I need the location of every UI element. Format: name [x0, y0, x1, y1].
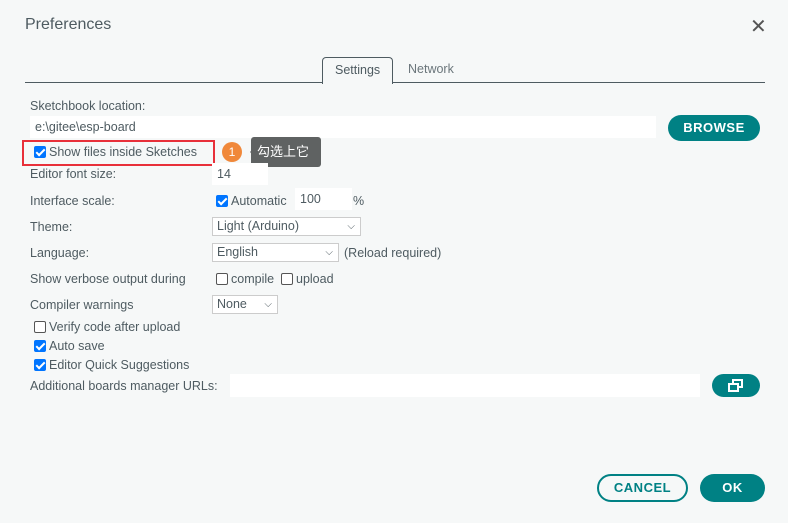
language-label: Language: [30, 246, 90, 260]
chevron-down-icon: ⌵ [347, 221, 355, 232]
quick-suggestions-checkbox[interactable]: Editor Quick Suggestions [34, 357, 189, 373]
checkbox-unchecked-icon[interactable] [34, 321, 46, 333]
dialog-title: Preferences [25, 16, 112, 33]
ok-button[interactable]: OK [700, 474, 765, 502]
sketchbook-location-input[interactable]: e:\gitee\esp-board [30, 116, 656, 138]
warnings-value: None [217, 297, 247, 311]
compiler-warnings-label: Compiler warnings [30, 298, 134, 312]
interface-scale-input[interactable]: 100 [295, 188, 352, 210]
verbose-label: Show verbose output during [30, 272, 186, 286]
auto-save-checkbox[interactable]: Auto save [34, 338, 105, 354]
language-select[interactable]: English ⌵ [212, 243, 339, 262]
compile-checkbox[interactable]: compile [216, 271, 274, 287]
close-icon[interactable]: ✕ [750, 14, 767, 39]
checkbox-checked-icon[interactable] [216, 195, 228, 207]
checkbox-checked-icon[interactable] [34, 359, 46, 371]
language-value: English [217, 245, 258, 259]
upload-label: upload [296, 272, 334, 286]
sketchbook-label: Sketchbook location: [30, 99, 146, 113]
annotation-badge: 1 [222, 142, 242, 162]
interface-scale-label: Interface scale: [30, 194, 115, 208]
tab-settings[interactable]: Settings [322, 57, 394, 84]
auto-save-label: Auto save [49, 339, 105, 353]
verify-checkbox[interactable]: Verify code after upload [34, 319, 180, 335]
theme-select[interactable]: Light (Arduino) ⌵ [212, 217, 361, 236]
boards-url-input[interactable] [230, 374, 700, 397]
tab-divider [25, 82, 765, 83]
upload-checkbox[interactable]: upload [281, 271, 334, 287]
show-files-checkbox[interactable]: Show files inside Sketches [34, 144, 197, 160]
verify-label: Verify code after upload [49, 320, 181, 334]
compile-label: compile [231, 272, 275, 286]
open-window-icon [728, 379, 743, 392]
show-files-label: Show files inside Sketches [49, 145, 197, 159]
checkbox-unchecked-icon[interactable] [216, 273, 228, 285]
edit-urls-button[interactable] [712, 374, 760, 397]
percent-label: % [353, 194, 365, 208]
automatic-label: Automatic [231, 194, 287, 208]
font-size-label: Editor font size: [30, 167, 117, 181]
theme-value: Light (Arduino) [217, 219, 299, 233]
cancel-button[interactable]: CANCEL [597, 474, 688, 502]
automatic-checkbox[interactable]: Automatic [216, 193, 287, 209]
boards-url-label: Additional boards manager URLs: [30, 379, 218, 393]
font-size-input[interactable]: 14 [212, 163, 268, 185]
checkbox-checked-icon[interactable] [34, 146, 46, 158]
checkbox-unchecked-icon[interactable] [281, 273, 293, 285]
quick-suggestions-label: Editor Quick Suggestions [49, 358, 190, 372]
browse-button[interactable]: BROWSE [668, 115, 760, 141]
chevron-down-icon: ⌵ [325, 247, 333, 258]
theme-label: Theme: [30, 220, 73, 234]
tab-network[interactable]: Network [396, 57, 466, 82]
checkbox-checked-icon[interactable] [34, 340, 46, 352]
reload-note: (Reload required) [344, 246, 442, 260]
compiler-warnings-select[interactable]: None ⌵ [212, 295, 278, 314]
chevron-down-icon: ⌵ [264, 299, 272, 310]
